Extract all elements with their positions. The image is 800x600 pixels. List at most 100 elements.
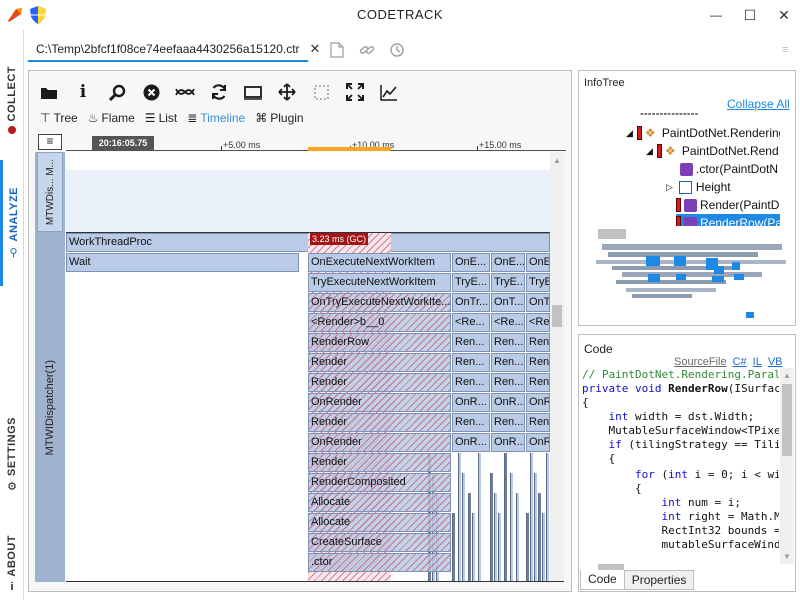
flame-cell-stack[interactable]: OnTr...: [452, 293, 490, 312]
flame-cell-stack[interactable]: Ren...: [491, 353, 525, 372]
flame-cell-stack[interactable]: <Render>b__0: [308, 313, 451, 332]
history-icon[interactable]: [389, 42, 405, 58]
expand-icon[interactable]: [342, 80, 368, 104]
flame-cell-stack[interactable]: OnR...: [452, 393, 490, 412]
nav-tab-collect[interactable]: COLLECT: [0, 50, 24, 150]
code-scroll-down-icon[interactable]: ▼: [782, 552, 792, 561]
flame-cell-stack[interactable]: Ren...: [491, 333, 525, 352]
flame-cell-stack[interactable]: TryExecuteNextWorkItem: [308, 273, 451, 292]
view-tab-tree[interactable]: ⊤ Tree: [40, 109, 78, 127]
new-file-icon[interactable]: [330, 42, 344, 58]
timeline-scroll-thumb[interactable]: [552, 305, 562, 327]
fit-width-icon[interactable]: [240, 80, 266, 104]
collapse-all-link[interactable]: Collapse All: [727, 97, 790, 111]
tab-code[interactable]: Code: [580, 570, 625, 590]
flame-cell-stack[interactable]: Ren...: [491, 413, 525, 432]
flame-cell-stack[interactable]: OnR: [526, 433, 550, 452]
flame-cell-stack[interactable]: RenderComposited: [308, 473, 451, 492]
flame-cell-stack[interactable]: OnTryExecuteNextWorkIte...: [308, 293, 451, 312]
flame-cell-stack[interactable]: Render: [308, 413, 451, 432]
flame-cell-stack[interactable]: Ren: [526, 333, 550, 352]
tree-row-ctor[interactable]: .ctor(PaintDotN: [680, 160, 778, 178]
source-file-link[interactable]: SourceFile: [674, 356, 727, 368]
wave-icon[interactable]: [172, 80, 198, 104]
flame-cell-stack[interactable]: Render: [308, 353, 451, 372]
flame-cell-stack[interactable]: OnE...: [491, 253, 525, 272]
expand-arrow-icon[interactable]: ▷: [666, 182, 673, 193]
refresh-icon[interactable]: [206, 80, 232, 104]
flame-cell-stack[interactable]: Ren...: [452, 353, 490, 372]
flame-cell-stack[interactable]: OnR...: [491, 433, 525, 452]
flame-cell-stack[interactable]: OnEx: [526, 253, 550, 272]
flame-cell-stack[interactable]: Allocate: [308, 513, 451, 532]
filter-menu-icon[interactable]: ≡: [782, 44, 794, 56]
cancel-icon[interactable]: [138, 80, 164, 104]
move-icon[interactable]: [274, 80, 300, 104]
flame-cell-stack[interactable]: CreateSurface: [308, 533, 451, 552]
view-tab-flame[interactable]: ♨ Flame: [88, 109, 135, 127]
flame-cell-stack[interactable]: Ren...: [452, 413, 490, 432]
flame-cell-stack[interactable]: <Re: [526, 313, 550, 332]
document-tab[interactable]: C:\Temp\2bfcf1f08ce74eefaaa4430256a15120…: [28, 38, 320, 62]
search-icon[interactable]: [104, 80, 130, 104]
il-link[interactable]: IL: [753, 356, 762, 368]
nav-tab-analyze[interactable]: ANALYZE ⚲: [0, 160, 24, 286]
line-chart-icon[interactable]: [376, 80, 402, 104]
infotree-minimap[interactable]: [582, 242, 792, 320]
code-scroll-thumb[interactable]: [782, 384, 792, 456]
code-scroll-up-icon[interactable]: ▲: [782, 371, 792, 380]
timeline-scroll-up-icon[interactable]: ▲: [552, 156, 562, 165]
flame-cell-stack[interactable]: OnR...: [491, 393, 525, 412]
link-icon[interactable]: [359, 42, 375, 58]
flame-cell-stack[interactable]: <Re...: [452, 313, 490, 332]
flame-cell-stack[interactable]: Ren: [526, 413, 550, 432]
maximize-button[interactable]: ☐: [738, 4, 762, 26]
thread-menu-button[interactable]: ≡: [38, 134, 62, 150]
flame-cell-stack[interactable]: Allocate: [308, 493, 451, 512]
tree-row-rend[interactable]: ◢ ❖ PaintDotNet.Rend: [646, 142, 779, 160]
expand-arrow-icon[interactable]: ◢: [646, 146, 653, 157]
nav-tab-settings[interactable]: SETTINGS ⚙: [0, 410, 24, 500]
flame-cell-stack[interactable]: Ren...: [452, 373, 490, 392]
flame-cell-stack[interactable]: <Re...: [491, 313, 525, 332]
flame-cell-stack[interactable]: Ren: [526, 353, 550, 372]
minimize-button[interactable]: —: [704, 4, 728, 26]
flame-cell-stack[interactable]: OnExecuteNextWorkItem: [308, 253, 451, 272]
flame-cell-stack[interactable]: Ren...: [452, 333, 490, 352]
thread-label-1[interactable]: MTWDis... M...: [37, 152, 63, 232]
view-tab-timeline[interactable]: ≣ Timeline: [187, 109, 245, 127]
csharp-link[interactable]: C#: [733, 356, 747, 368]
flame-cell-stack[interactable]: TryE...: [491, 273, 525, 292]
select-region-icon[interactable]: [308, 80, 334, 104]
flame-cell-stack[interactable]: OnT...: [491, 293, 525, 312]
flame-cell-stack[interactable]: Ren...: [491, 373, 525, 392]
flame-cell-stack[interactable]: OnE...: [452, 253, 490, 272]
tree-row-renderrow[interactable]: RenderRow(Pa: [676, 214, 780, 226]
nav-tab-about[interactable]: ABOUT i: [0, 530, 24, 598]
expand-arrow-icon[interactable]: ◢: [626, 128, 633, 139]
flame-cell-stack[interactable]: TryE: [526, 273, 550, 292]
flame-cell-stack[interactable]: OnRender: [308, 393, 451, 412]
tree-row-height[interactable]: ▷ Height: [666, 178, 731, 196]
tree-row-render[interactable]: Render(PaintD: [676, 196, 779, 214]
flame-cell-stack[interactable]: OnTr: [526, 293, 550, 312]
tree-row-rendering[interactable]: ◢ ❖ PaintDotNet.Rendering: [626, 124, 780, 142]
view-tab-plugin[interactable]: ⌘ Plugin: [255, 109, 303, 127]
flame-cell-stack[interactable]: Render: [308, 373, 451, 392]
flame-cell-stack[interactable]: Render: [308, 453, 451, 472]
document-tab-close-button[interactable]: ✕: [310, 41, 321, 57]
flame-cell-stack[interactable]: Ren: [526, 373, 550, 392]
code-editor[interactable]: // PaintDotNet.Rendering.Paral private v…: [579, 368, 779, 564]
flame-cell-stack[interactable]: OnR...: [452, 433, 490, 452]
close-button[interactable]: ✕: [772, 4, 796, 26]
flame-cell-stack[interactable]: OnR: [526, 393, 550, 412]
thread-label-2[interactable]: MTWIDispatcher(1): [37, 234, 63, 582]
tab-properties[interactable]: Properties: [623, 570, 695, 590]
open-folder-icon[interactable]: [36, 80, 62, 104]
infotree-hscroll-thumb[interactable]: [598, 229, 626, 239]
flame-cell-stack[interactable]: .ctor: [308, 553, 451, 572]
flame-cell-wait[interactable]: Wait: [66, 253, 299, 272]
tree-row-partial[interactable]: ▪▪▪▪▪▪▪▪▪▪▪▪▪▪▪: [640, 113, 699, 123]
flame-cell-stack[interactable]: TryE...: [452, 273, 490, 292]
timeline-vertical-scrollbar[interactable]: [550, 152, 564, 582]
